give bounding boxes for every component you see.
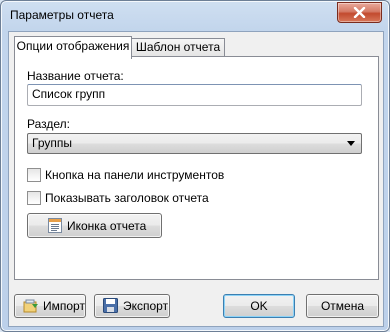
floppy-disk-icon bbox=[103, 298, 118, 313]
ok-button-label: OK bbox=[250, 299, 268, 313]
report-icon bbox=[48, 218, 62, 233]
tab-label: Шаблон отчета bbox=[135, 40, 221, 54]
cancel-button[interactable]: Отмена bbox=[306, 294, 379, 318]
toolbar-button-checkbox[interactable] bbox=[27, 168, 41, 182]
show-header-label: Показывать заголовок отчета bbox=[45, 191, 209, 205]
report-name-field[interactable] bbox=[27, 84, 362, 106]
report-name-input[interactable] bbox=[28, 85, 356, 103]
report-icon-button[interactable]: Иконка отчета bbox=[27, 213, 162, 238]
section-label: Раздел: bbox=[27, 117, 70, 131]
tab-display-options[interactable]: Опции отображения bbox=[14, 36, 132, 59]
tab-panel: Название отчета: Раздел: Группы Кнопка н… bbox=[14, 56, 379, 280]
import-button-label: Импорт bbox=[43, 299, 85, 313]
export-button[interactable]: Экспорт bbox=[94, 294, 170, 318]
cancel-button-label: Отмена bbox=[320, 299, 365, 313]
close-icon bbox=[353, 7, 366, 18]
import-button[interactable]: Импорт bbox=[14, 294, 86, 318]
import-icon bbox=[23, 299, 38, 313]
toolbar-button-label: Кнопка на панели инструментов bbox=[45, 168, 225, 182]
report-name-label: Название отчета: bbox=[27, 69, 124, 83]
tab-report-template[interactable]: Шаблон отчета bbox=[131, 38, 225, 57]
window-title: Параметры отчета bbox=[10, 8, 114, 22]
ok-button[interactable]: OK bbox=[223, 294, 295, 318]
close-button[interactable] bbox=[337, 2, 382, 23]
tab-label: Опции отображения bbox=[16, 39, 130, 53]
export-button-label: Экспорт bbox=[123, 299, 169, 313]
section-value: Группы bbox=[32, 136, 72, 150]
dialog-client: Опции отображения Шаблон отчета Название… bbox=[8, 31, 384, 327]
show-header-checkbox[interactable] bbox=[27, 191, 41, 205]
report-icon-button-label: Иконка отчета bbox=[67, 218, 147, 233]
section-select[interactable]: Группы bbox=[27, 133, 362, 154]
chevron-down-icon bbox=[347, 141, 355, 146]
dialog-window: Параметры отчета Опции отображения Шабло… bbox=[0, 0, 390, 332]
title-bar[interactable]: Параметры отчета bbox=[1, 1, 389, 31]
